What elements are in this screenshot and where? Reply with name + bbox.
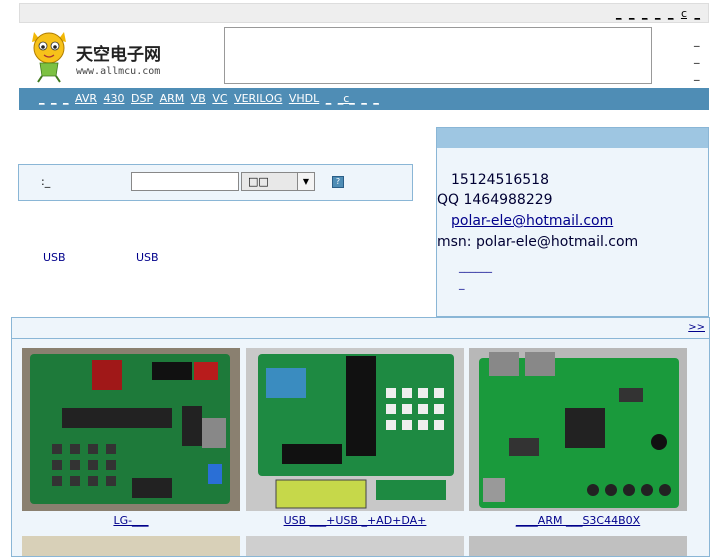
search-go-button[interactable]: ?	[332, 176, 344, 188]
dev-board-image	[469, 348, 687, 511]
contact-panel: 15124516518 QQ 1464988229 polar-ele@hotm…	[436, 127, 709, 317]
banner-box	[224, 27, 652, 84]
products-header: >>	[12, 318, 709, 339]
nav-item[interactable]: _	[63, 92, 69, 105]
nav-item[interactable]: _	[361, 92, 367, 105]
product-image[interactable]	[246, 536, 464, 556]
product-image[interactable]	[469, 348, 687, 511]
dev-board-image	[246, 348, 464, 511]
nav-item-verilog[interactable]: VERILOG	[234, 92, 282, 105]
top-link[interactable]: _	[616, 7, 622, 20]
contact-link[interactable]: ______	[459, 260, 492, 277]
product-caption[interactable]: ____ARM ___S3C44B0X	[469, 514, 687, 527]
products-panel: >> LG-___ USB ___+USB _+AD+DA+ ____ARM _…	[11, 317, 710, 557]
search-category-select[interactable]: □□ ▼	[241, 172, 315, 191]
contact-links: ______ _	[459, 260, 492, 294]
nav-item-arm[interactable]: ARM	[160, 92, 185, 105]
chevron-down-icon: ▼	[297, 173, 314, 190]
top-link[interactable]: _	[655, 7, 661, 20]
header-link[interactable]: _	[694, 34, 706, 51]
product-image[interactable]	[469, 536, 687, 556]
logo-url: www.allmcu.com	[76, 66, 161, 77]
product-image[interactable]	[246, 348, 464, 511]
top-links: _ _ _ _ _ c _	[612, 7, 700, 20]
header-link[interactable]: _	[694, 68, 706, 85]
top-link[interactable]: _	[642, 7, 648, 20]
nav-item-vc[interactable]: VC	[212, 92, 227, 105]
nav-item-avr[interactable]: AVR	[75, 92, 97, 105]
top-link[interactable]: _	[668, 7, 674, 20]
search-label: :_	[41, 175, 51, 188]
search-panel: :_ □□ ▼ ?	[18, 164, 413, 201]
top-bar: _ _ _ _ _ c _	[19, 3, 709, 23]
nav-item-430[interactable]: 430	[104, 92, 125, 105]
header-right-links: _ _ _	[694, 34, 706, 85]
header-link[interactable]: _	[694, 51, 706, 68]
contact-qq: QQ 1464988229	[437, 192, 553, 208]
mascot-icon	[32, 32, 66, 83]
product-caption[interactable]: USB ___+USB _+AD+DA+	[246, 514, 464, 527]
search-select-value: □□	[248, 175, 269, 188]
nav-item[interactable]: _	[51, 92, 57, 105]
nav-item-dsp[interactable]: DSP	[131, 92, 153, 105]
contact-header	[437, 128, 708, 148]
nav-item[interactable]: _	[373, 92, 379, 105]
nav-item[interactable]: _	[39, 92, 45, 105]
usb-link-right[interactable]: USB	[136, 251, 159, 264]
contact-msn: msn: polar-ele@hotmail.com	[437, 234, 639, 250]
nav-item[interactable]: _	[326, 92, 332, 105]
contact-phone: 15124516518	[451, 172, 549, 188]
nav-item-vb[interactable]: VB	[191, 92, 206, 105]
top-link[interactable]: c	[681, 7, 687, 20]
top-link[interactable]: _	[695, 7, 701, 20]
more-link[interactable]: >>	[688, 322, 705, 333]
logo-title: 天空电子网	[76, 45, 161, 65]
product-image[interactable]	[22, 536, 240, 556]
search-input[interactable]	[131, 172, 239, 191]
usb-link-left[interactable]: USB	[43, 251, 66, 264]
main-nav: _ _ _ AVR 430 DSP ARM VB VC VERILOG VHDL…	[19, 88, 709, 110]
site-logo[interactable]: 天空电子网 www.allmcu.com	[26, 26, 216, 86]
dev-board-image	[22, 348, 240, 511]
product-image[interactable]	[22, 348, 240, 511]
contact-link[interactable]: _	[459, 277, 492, 294]
nav-item-vhdl[interactable]: VHDL	[289, 92, 319, 105]
product-caption[interactable]: LG-___	[22, 514, 240, 527]
nav-item[interactable]: _c_	[338, 92, 355, 105]
top-link[interactable]: _	[629, 7, 635, 20]
contact-email-link[interactable]: polar-ele@hotmail.com	[451, 213, 613, 229]
